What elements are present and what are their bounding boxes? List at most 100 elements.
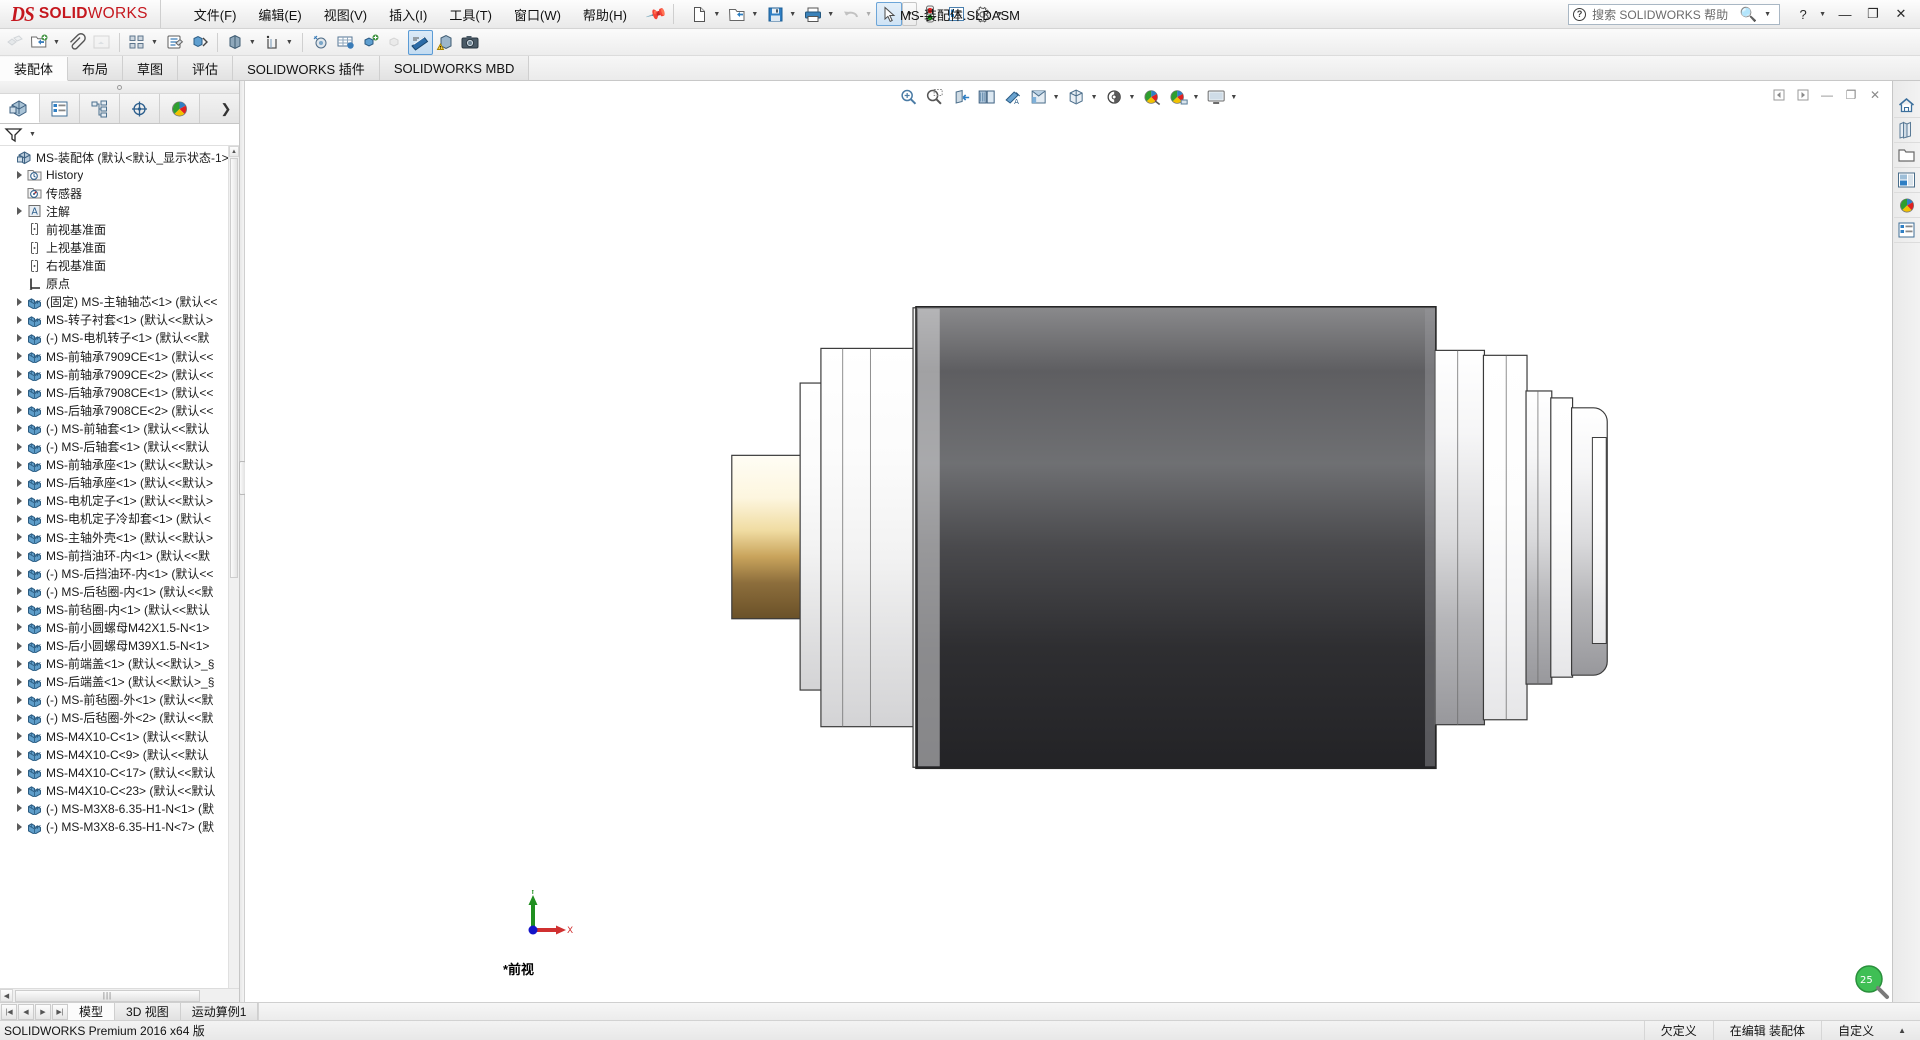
close-button[interactable]: ✕	[1888, 3, 1914, 25]
expand-arrow-icon[interactable]	[12, 750, 26, 759]
assembly-feature-dropdown[interactable]: ▼	[286, 39, 293, 46]
tab-sketch[interactable]: 草图	[123, 56, 179, 80]
move-component-icon[interactable]	[187, 30, 212, 55]
edit-component-icon[interactable]	[2, 30, 27, 55]
expand-arrow-icon[interactable]	[12, 496, 26, 505]
apply-scene-dropdown[interactable]: ▼	[1091, 94, 1098, 101]
tab-dimxpert-manager[interactable]	[120, 94, 160, 123]
expand-arrow-icon[interactable]	[12, 641, 26, 650]
tree-item-component[interactable]: MS-前轴承7909CE<2> (默认<<	[0, 365, 239, 383]
magnifier-icon[interactable]: 🔍	[1740, 6, 1757, 23]
expand-arrow-icon[interactable]	[12, 677, 26, 686]
tree-item-annotations[interactable]: A 注解	[0, 202, 239, 220]
tree-item-component[interactable]: MS-M4X10-C<9> (默认<<默认	[0, 745, 239, 763]
tree-item-component[interactable]: (-) MS-电机转子<1> (默认<<默	[0, 329, 239, 347]
tree-item-component[interactable]: (-) MS-前轴套<1> (默认<<默认	[0, 419, 239, 437]
tree-item-component[interactable]: MS-前轴承7909CE<1> (默认<<	[0, 347, 239, 365]
tree-item-component[interactable]: (-) MS-后轴套<1> (默认<<默认	[0, 438, 239, 456]
tab-configuration-manager[interactable]	[80, 94, 120, 123]
tree-item-component[interactable]: MS-电机定子冷却套<1> (默认<	[0, 510, 239, 528]
expand-arrow-icon[interactable]	[12, 804, 26, 813]
next-view-button[interactable]	[1792, 85, 1814, 105]
tree-item-component[interactable]: (-) MS-前毡圈-外<1> (默认<<默	[0, 691, 239, 709]
scroll-up-button[interactable]: ▲	[229, 146, 239, 157]
scene-sphere-icon[interactable]	[1165, 85, 1191, 109]
expand-arrow-icon[interactable]	[12, 732, 26, 741]
filter-funnel-icon[interactable]	[4, 126, 26, 144]
save-button[interactable]	[762, 2, 788, 26]
expand-arrow-icon[interactable]	[12, 587, 26, 596]
tree-item-right-plane[interactable]: 右视基准面	[0, 257, 239, 275]
tree-item-component[interactable]: (-) MS-后毡圈-外<2> (默认<<默	[0, 709, 239, 727]
file-properties-button[interactable]	[943, 2, 969, 26]
search-help-box[interactable]: ? 搜索 SOLIDWORKS 帮助 🔍 ▼	[1568, 3, 1781, 25]
expand-arrow-icon[interactable]	[12, 315, 26, 324]
tree-root-assembly[interactable]: MS-装配体 (默认<默认_显示状态-1>	[0, 148, 239, 166]
tree-item-history[interactable]: History	[0, 166, 239, 184]
tree-item-component[interactable]: MS-电机定子<1> (默认<<默认>	[0, 492, 239, 510]
tree-item-component[interactable]: MS-前轴承座<1> (默认<<默认>	[0, 456, 239, 474]
gear-icon[interactable]	[969, 2, 995, 26]
tab-solidworks-addins[interactable]: SOLIDWORKS 插件	[233, 56, 380, 80]
bottom-tab-3d-views[interactable]: 3D 视图	[115, 1003, 181, 1020]
expand-arrow-icon[interactable]	[12, 424, 26, 433]
tab-feature-manager-tree[interactable]	[0, 94, 40, 123]
expand-arrow-icon[interactable]	[12, 406, 26, 415]
minimize-button[interactable]: —	[1832, 3, 1858, 25]
tab-evaluate[interactable]: 评估	[178, 56, 234, 80]
tree-item-component[interactable]: (固定) MS-主轴轴芯<1> (默认<<	[0, 293, 239, 311]
task-pane-custom-properties-button[interactable]	[1893, 218, 1920, 243]
tree-item-front-plane[interactable]: 前视基准面	[0, 220, 239, 238]
menu-file[interactable]: 文件(F)	[183, 1, 248, 28]
insert-component-dropdown[interactable]: ▼	[53, 39, 60, 46]
expand-arrow-icon[interactable]	[12, 551, 26, 560]
search-input[interactable]: 搜索 SOLIDWORKS 帮助	[1592, 6, 1734, 23]
menu-edit[interactable]: 编辑(E)	[247, 1, 312, 28]
tree-item-sensors[interactable]: 传感器	[0, 184, 239, 202]
help-button[interactable]: ?	[1790, 3, 1816, 25]
menu-help[interactable]: 帮助(H)	[572, 1, 638, 28]
open-document-button[interactable]	[724, 2, 750, 26]
tab-assembly[interactable]: 装配体	[0, 57, 69, 81]
graphics-minimize-button[interactable]: —	[1816, 85, 1838, 105]
tree-item-component[interactable]: (-) MS-后挡油环-内<1> (默认<<	[0, 564, 239, 582]
expand-arrow-icon[interactable]	[12, 460, 26, 469]
camera-icon[interactable]	[458, 30, 483, 55]
tab-solidworks-mbd[interactable]: SOLIDWORKS MBD	[379, 56, 530, 80]
expand-arrow-icon[interactable]	[12, 659, 26, 668]
viewport-dropdown[interactable]: ▼	[1230, 94, 1237, 101]
tree-item-component[interactable]: (-) MS-M3X8-6.35-H1-N<1> (默	[0, 799, 239, 817]
tree-item-component[interactable]: MS-前端盖<1> (默认<<默认>_§	[0, 655, 239, 673]
view-settings-icon[interactable]	[1102, 85, 1128, 109]
tree-item-top-plane[interactable]: 上视基准面	[0, 238, 239, 256]
expand-arrow-icon[interactable]	[12, 514, 26, 523]
expand-arrow-icon[interactable]	[12, 333, 26, 342]
viewport-monitor-icon[interactable]	[1203, 85, 1229, 109]
expand-arrow-icon[interactable]	[12, 442, 26, 451]
view-settings-dropdown[interactable]: ▼	[1129, 94, 1136, 101]
interference-detect-icon[interactable]	[407, 29, 433, 55]
select-button[interactable]	[876, 2, 903, 26]
scene-sphere-dropdown[interactable]: ▼	[1192, 94, 1199, 101]
save-dropdown[interactable]: ▼	[789, 11, 796, 18]
tree-item-component[interactable]: (-) MS-M3X8-6.35-H1-N<7> (默	[0, 817, 239, 835]
smart-fastener-icon[interactable]	[162, 30, 187, 55]
open-document-dropdown[interactable]: ▼	[751, 11, 758, 18]
linear-pattern-dropdown[interactable]: ▼	[151, 39, 158, 46]
tree-item-origin[interactable]: 原点	[0, 275, 239, 293]
tree-item-component[interactable]: MS-后轴承座<1> (默认<<默认>	[0, 474, 239, 492]
expand-arrow-icon[interactable]	[12, 569, 26, 578]
appearance-sphere-icon[interactable]	[1139, 85, 1165, 109]
expand-arrow-icon[interactable]	[12, 207, 26, 216]
tree-item-component[interactable]: MS-转子衬套<1> (默认<<默认>	[0, 311, 239, 329]
help-dropdown[interactable]: ▼	[1819, 11, 1826, 18]
magnified-selection-widget[interactable]: 25	[1854, 964, 1890, 1000]
bottom-tab-motion-study-1[interactable]: 运动算例1	[180, 1003, 259, 1020]
menu-insert[interactable]: 插入(I)	[378, 1, 438, 28]
apply-scene-cube-icon[interactable]	[1064, 85, 1090, 109]
restore-button[interactable]: ❐	[1860, 3, 1886, 25]
expand-arrow-icon[interactable]	[12, 605, 26, 614]
tree-item-component[interactable]: MS-后端盖<1> (默认<<默认>_§	[0, 673, 239, 691]
tree-item-component[interactable]: MS-后轴承7908CE<1> (默认<<	[0, 383, 239, 401]
task-pane-resources-button[interactable]	[1893, 93, 1920, 118]
